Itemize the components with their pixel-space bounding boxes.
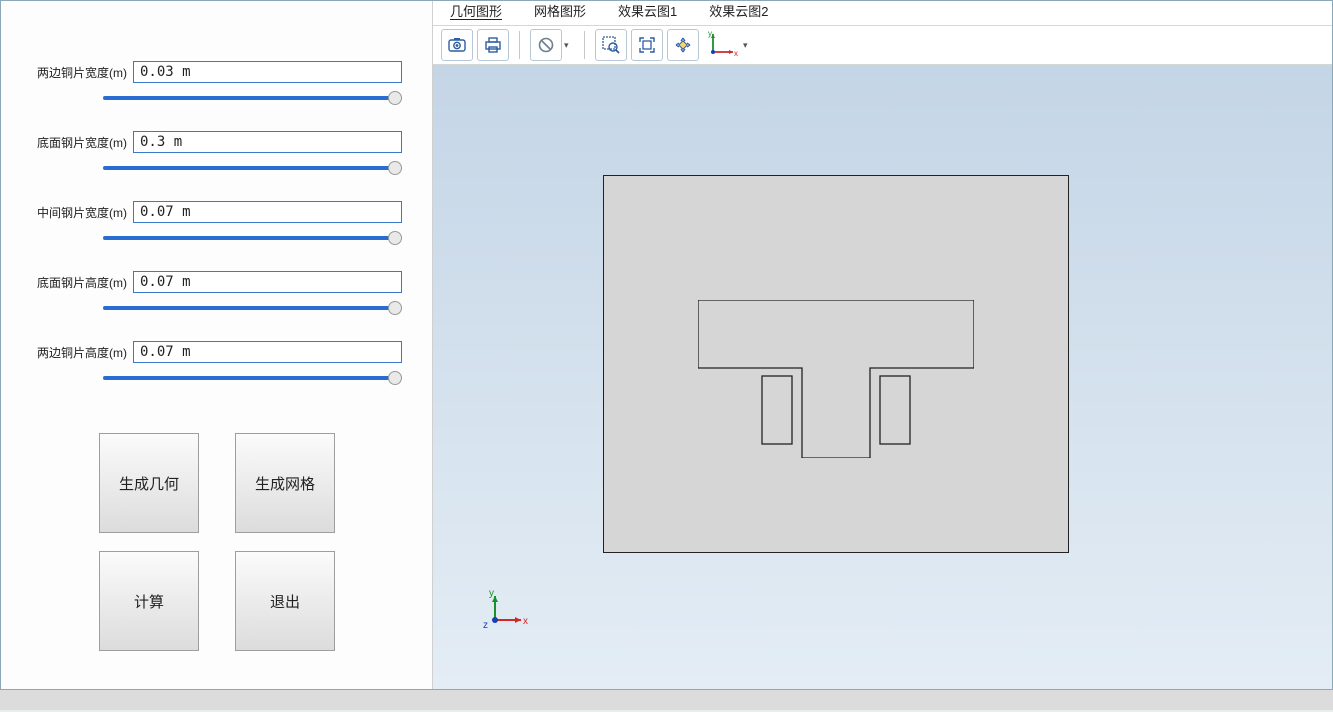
slider-wrap xyxy=(103,369,402,383)
geometry-t-piece xyxy=(698,300,974,458)
exit-button[interactable]: 退出 xyxy=(235,551,335,651)
reset-icon[interactable] xyxy=(530,29,562,61)
slider-wrap xyxy=(103,89,402,103)
slider-wrap xyxy=(103,159,402,173)
chevron-down-icon[interactable]: ▾ xyxy=(743,40,753,50)
viewport-toolbar: ▾ xyxy=(433,25,1332,65)
screenshot-icon[interactable] xyxy=(441,29,473,61)
param-label: 中间钢片宽度(m) xyxy=(31,204,133,221)
svg-text:x: x xyxy=(734,49,738,58)
toolbar-separator xyxy=(584,31,585,59)
fit-extents-icon[interactable] xyxy=(631,29,663,61)
param-row-4: 两边铜片高度(m) xyxy=(31,341,402,363)
param-label: 两边铜片宽度(m) xyxy=(31,64,133,81)
axis-z-label: z xyxy=(483,620,488,631)
zoom-box-icon[interactable] xyxy=(595,29,627,61)
param-input-steel-mid-width[interactable] xyxy=(133,201,402,223)
viewport-panel: 几何图形 网格图形 效果云图1 效果云图2 xyxy=(433,1,1332,689)
param-row-2: 中间钢片宽度(m) xyxy=(31,201,402,223)
param-label: 两边铜片高度(m) xyxy=(31,344,133,361)
slider-wrap xyxy=(103,229,402,243)
param-input-steel-bottom-width[interactable] xyxy=(133,131,402,153)
bottom-strip xyxy=(0,690,1333,710)
param-input-steel-bottom-height[interactable] xyxy=(133,271,402,293)
slider-wrap xyxy=(103,299,402,313)
toolbar-separator xyxy=(519,31,520,59)
svg-text:y: y xyxy=(708,30,712,38)
tab-mesh[interactable]: 网格图形 xyxy=(525,0,595,25)
rotate-icon[interactable] xyxy=(667,29,699,61)
param-slider-steel-bottom-height[interactable] xyxy=(103,306,402,310)
print-icon[interactable] xyxy=(477,29,509,61)
param-input-copper-side-width[interactable] xyxy=(133,61,402,83)
param-slider-copper-side-width[interactable] xyxy=(103,96,402,100)
axes-icon[interactable]: x y xyxy=(703,29,741,61)
param-label: 底面钢片高度(m) xyxy=(31,274,133,291)
axis-x-label: x xyxy=(523,616,528,627)
generate-geometry-button[interactable]: 生成几何 xyxy=(99,433,199,533)
chevron-down-icon[interactable]: ▾ xyxy=(564,40,574,50)
geometry-outer-rect xyxy=(603,175,1069,553)
param-row-3: 底面钢片高度(m) xyxy=(31,271,402,293)
geometry-model xyxy=(603,175,1069,553)
generate-mesh-button[interactable]: 生成网格 xyxy=(235,433,335,533)
tabbar: 几何图形 网格图形 效果云图1 效果云图2 xyxy=(433,1,1332,25)
calculate-button[interactable]: 计算 xyxy=(99,551,199,651)
param-slider-steel-mid-width[interactable] xyxy=(103,236,402,240)
axis-y-label: y xyxy=(489,590,494,599)
parameters-panel: 两边铜片宽度(m) 底面钢片宽度(m) 中间钢片宽度(m) 底面钢片高度(m) xyxy=(1,1,433,689)
param-label: 底面钢片宽度(m) xyxy=(31,134,133,151)
param-row-1: 底面钢片宽度(m) xyxy=(31,131,402,153)
action-buttons: 生成几何 生成网格 计算 退出 xyxy=(99,433,402,651)
param-slider-steel-bottom-width[interactable] xyxy=(103,166,402,170)
tab-cloud2[interactable]: 效果云图2 xyxy=(700,0,777,25)
viewport[interactable]: x y z xyxy=(433,65,1332,689)
tab-geometry[interactable]: 几何图形 xyxy=(441,0,511,25)
viewport-axes-indicator: x y z xyxy=(481,590,531,637)
param-input-copper-side-height[interactable] xyxy=(133,341,402,363)
app-window: 两边铜片宽度(m) 底面钢片宽度(m) 中间钢片宽度(m) 底面钢片高度(m) xyxy=(0,0,1333,690)
tab-cloud1[interactable]: 效果云图1 xyxy=(609,0,686,25)
param-row-0: 两边铜片宽度(m) xyxy=(31,61,402,83)
param-slider-copper-side-height[interactable] xyxy=(103,376,402,380)
